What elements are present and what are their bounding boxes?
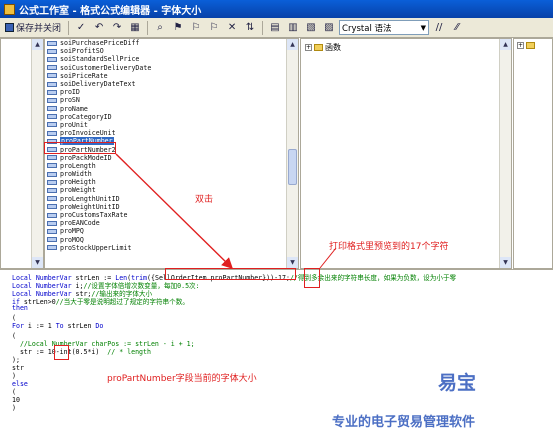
brand-title: 易宝 — [438, 372, 477, 394]
preview-chars-annotation: 打印格式里预览到的17个字符 — [329, 242, 449, 252]
font-size-annotation: proPartNumber字段当前的字体大小 — [107, 374, 257, 384]
double-click-arrow — [115, 153, 233, 269]
double-click-annotation: 双击 — [195, 195, 214, 205]
brand-slogan: 专业的电子贸易管理软件 — [332, 415, 476, 430]
